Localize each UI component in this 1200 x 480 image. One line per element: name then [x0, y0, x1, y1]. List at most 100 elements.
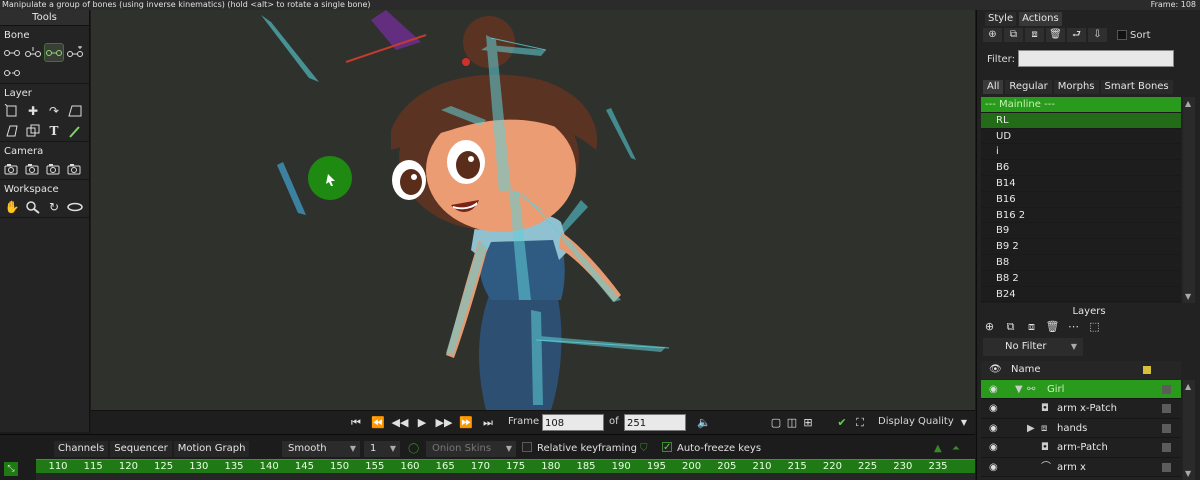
camera-track-icon[interactable] — [3, 160, 21, 177]
delete-action-icon[interactable]: 🗑 — [1046, 28, 1065, 42]
insert-action-icon[interactable]: ⧈ — [1025, 28, 1044, 42]
timeline-ruler[interactable]: 110 115 120 125 130 135 140 145 150 155 160 165 170 1… — [36, 459, 975, 473]
hand-pan-icon[interactable]: ✋ — [3, 198, 21, 215]
tab-regular[interactable]: Regular — [1005, 80, 1052, 94]
layer-settings-icon[interactable]: ⬚ — [1086, 320, 1103, 334]
frame-input[interactable]: 108 — [542, 414, 604, 431]
action-item-mainline[interactable]: --- Mainline --- — [981, 97, 1181, 113]
expand-triangle-icon[interactable]: ▶ — [1027, 419, 1035, 438]
action-item[interactable]: B9 2 — [981, 239, 1181, 255]
layer-row[interactable]: ◉ ⌒ arm x — [981, 457, 1181, 477]
audio-icon[interactable]: 🔈 — [695, 415, 713, 431]
scroll-up-icon[interactable]: ▲ — [934, 441, 942, 457]
action-item[interactable]: B24 — [981, 287, 1181, 303]
action-reference-icon[interactable]: ⇩ — [1088, 28, 1107, 42]
view-quad-icon[interactable]: ⊞ — [799, 415, 817, 431]
scroll-up-icon[interactable]: ▲ — [1185, 99, 1191, 108]
relative-keyframing-checkbox[interactable]: Relative keyframing — [522, 441, 637, 457]
activate-action-icon[interactable]: ⮐ — [1067, 28, 1086, 42]
frame-bounds-icon[interactable]: ⛶ — [851, 415, 869, 431]
tab-motion-graph[interactable]: Motion Graph — [173, 441, 250, 457]
action-item[interactable]: B9 — [981, 223, 1181, 240]
layer-filter-select[interactable]: No Filter ▼ — [983, 338, 1083, 356]
action-item[interactable]: B16 2 — [981, 208, 1181, 224]
expand-triangle-icon[interactable]: ▼ — [1015, 380, 1023, 399]
keyframe-step-select[interactable]: 1 ▼ — [364, 441, 400, 457]
scroll-down-icon[interactable]: ▼ — [1185, 469, 1191, 478]
bone-translate-icon[interactable] — [24, 44, 42, 61]
new-action-icon[interactable]: ⊕ — [983, 28, 1002, 42]
bone-select-icon[interactable] — [3, 44, 21, 61]
visibility-eye-icon[interactable]: ◉ — [989, 458, 998, 477]
magnify-icon[interactable] — [24, 198, 42, 215]
tab-style[interactable]: Style — [985, 12, 1017, 26]
scroll-down-icon[interactable]: ▼ — [1185, 292, 1191, 301]
layer-transform-icon[interactable] — [3, 102, 21, 119]
bone-add-icon[interactable] — [66, 44, 84, 61]
action-item[interactable]: B14 — [981, 176, 1181, 192]
layer-row[interactable]: ◉ ▶ ⧈ hands — [981, 418, 1181, 439]
visibility-eye-icon[interactable]: ◉ — [989, 438, 998, 457]
checkmark-icon[interactable]: ✔ — [833, 415, 851, 431]
duplicate-layer-icon[interactable]: ⧉ — [1002, 320, 1019, 334]
next-keyframe-button[interactable]: ▶▶ — [435, 415, 453, 431]
set-origin-icon[interactable]: ✚ — [24, 102, 42, 119]
tab-actions[interactable]: Actions — [1019, 12, 1062, 26]
visibility-eye-icon[interactable]: ◉ — [989, 399, 998, 418]
group-layer-icon[interactable]: ⧈ — [1023, 320, 1040, 334]
bone-reparent-icon[interactable] — [3, 64, 21, 81]
timeline-track[interactable] — [36, 473, 975, 480]
scroll-up-icon[interactable]: ▲ — [1185, 382, 1191, 391]
timeline-corner-icon[interactable]: ⤡ — [4, 462, 18, 476]
layer-row[interactable]: ◉ ◘ arm x-Patch — [981, 399, 1181, 419]
previous-keyframe-button[interactable]: ◀◀ — [391, 415, 409, 431]
camera-zoom-icon[interactable] — [24, 160, 42, 177]
layer-list-scrollbar[interactable]: ▲ ▼ — [1183, 380, 1195, 480]
visibility-eye-icon[interactable]: ◉ — [989, 419, 998, 438]
camera-pan-icon[interactable] — [66, 160, 84, 177]
forward-end-button[interactable]: ⏭ — [479, 415, 497, 431]
layer-row-girl[interactable]: ◉ ▼ ⚯ Girl — [981, 380, 1181, 400]
chevron-down-icon[interactable]: ▼ — [955, 415, 973, 431]
layer-flip-icon[interactable] — [3, 122, 21, 139]
action-item[interactable]: B8 2 — [981, 271, 1181, 287]
new-layer-icon[interactable]: ⊕ — [981, 320, 998, 334]
action-list-scrollbar[interactable]: ▲ ▼ — [1183, 97, 1195, 303]
duplicate-action-icon[interactable]: ⧉ — [1004, 28, 1023, 42]
action-item[interactable]: B16 — [981, 192, 1181, 208]
more-icon[interactable]: ⋯ — [1065, 320, 1082, 334]
end-frame-input[interactable]: 251 — [624, 414, 686, 431]
action-item[interactable]: i — [981, 144, 1181, 161]
action-item[interactable]: B6 — [981, 160, 1181, 176]
switch-layer-icon[interactable] — [24, 122, 42, 139]
rewind-start-button[interactable]: ⏮ — [347, 415, 365, 431]
orbit-icon[interactable] — [66, 198, 84, 215]
tab-all[interactable]: All — [983, 80, 1004, 94]
delete-layer-icon[interactable]: 🗑 — [1044, 320, 1061, 334]
tab-morphs[interactable]: Morphs — [1053, 80, 1099, 94]
onion-skin-icon[interactable]: ◯ — [408, 441, 419, 457]
step-forward-end-button[interactable]: ⏩ — [457, 415, 475, 431]
interpolation-select[interactable]: Smooth ▼ — [282, 441, 360, 457]
auto-freeze-checkbox[interactable]: Auto-freeze keys — [662, 440, 761, 457]
layer-row[interactable]: ◉ ◘ arm-Patch — [981, 438, 1181, 458]
action-item[interactable]: UD — [981, 129, 1181, 145]
eyedropper-icon[interactable] — [66, 122, 84, 139]
display-quality-button[interactable]: Display Quality — [878, 416, 954, 427]
text-icon[interactable]: T — [45, 122, 63, 139]
play-button[interactable]: ▶ — [413, 415, 431, 431]
filter-input[interactable] — [1018, 50, 1174, 67]
waveform-icon[interactable]: ⏶ — [952, 441, 960, 457]
rotate-workspace-icon[interactable]: ↻ — [45, 198, 63, 215]
camera-roll-icon[interactable] — [45, 160, 63, 177]
shear-layer-icon[interactable] — [66, 102, 84, 119]
bone-manipulate-icon[interactable] — [44, 43, 64, 62]
onion-skins-select[interactable]: Onion Skins ▼ — [426, 441, 516, 457]
rotate-layer-icon[interactable]: ↷ — [45, 102, 63, 119]
tab-smart-bones[interactable]: Smart Bones — [1100, 80, 1173, 94]
action-item[interactable]: RL — [981, 112, 1181, 129]
tab-channels[interactable]: Channels — [54, 441, 109, 457]
action-item[interactable]: B8 — [981, 255, 1181, 271]
step-back-start-button[interactable]: ⏪ — [369, 415, 387, 431]
drawing-canvas[interactable] — [91, 10, 975, 410]
